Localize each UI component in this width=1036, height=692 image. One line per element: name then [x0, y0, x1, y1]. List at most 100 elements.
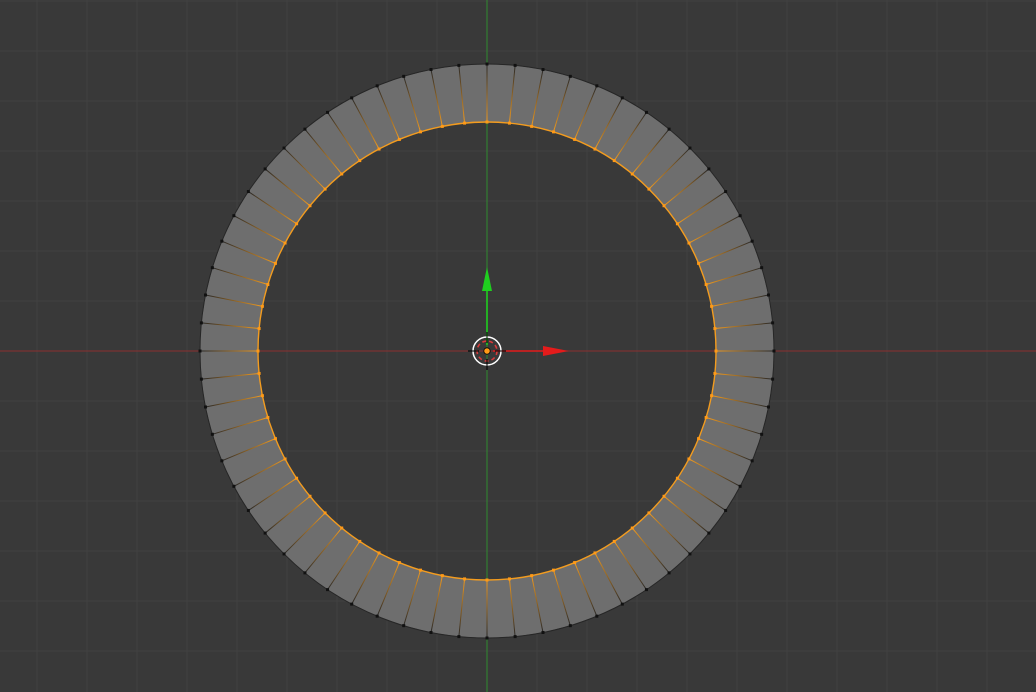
vertex[interactable] [485, 62, 489, 66]
vertex[interactable] [541, 630, 545, 634]
vertex[interactable] [429, 630, 433, 634]
vertex-selected[interactable] [647, 511, 651, 515]
vertex-selected[interactable] [273, 437, 277, 441]
vertex-selected[interactable] [463, 121, 467, 125]
vertex-selected[interactable] [713, 371, 717, 375]
vertex-selected[interactable] [440, 574, 444, 578]
vertex[interactable] [326, 588, 330, 592]
vertex[interactable] [303, 571, 307, 575]
vertex[interactable] [707, 167, 711, 171]
vertex-selected[interactable] [710, 304, 714, 308]
3d-viewport[interactable] [0, 0, 1036, 692]
vertex[interactable] [303, 127, 307, 131]
vertex-selected[interactable] [273, 261, 277, 265]
vertex-selected[interactable] [687, 457, 691, 461]
vertex-selected[interactable] [647, 187, 651, 191]
vertex-selected[interactable] [573, 137, 577, 141]
vertex-selected[interactable] [295, 222, 299, 226]
vertex-selected[interactable] [662, 494, 666, 498]
vertex-selected[interactable] [630, 526, 634, 530]
vertex[interactable] [707, 531, 711, 535]
vertex-selected[interactable] [530, 124, 534, 128]
vertex-selected[interactable] [283, 241, 287, 245]
vertex[interactable] [402, 624, 406, 628]
vertex[interactable] [199, 377, 203, 381]
vertex-selected[interactable] [687, 241, 691, 245]
vertex-selected[interactable] [704, 283, 708, 287]
vertex-selected[interactable] [397, 561, 401, 565]
vertex-selected[interactable] [419, 568, 423, 572]
vertex-selected[interactable] [530, 574, 534, 578]
vertex[interactable] [232, 484, 236, 488]
vertex[interactable] [568, 624, 572, 628]
vertex[interactable] [766, 405, 770, 409]
vertex-selected[interactable] [593, 551, 597, 555]
vertex-selected[interactable] [358, 539, 362, 543]
vertex[interactable] [667, 127, 671, 131]
vertex-selected[interactable] [551, 568, 555, 572]
vertex-selected[interactable] [257, 327, 261, 331]
vertex[interactable] [429, 68, 433, 72]
transform-gizmo[interactable] [482, 267, 569, 356]
vertex-selected[interactable] [612, 159, 616, 163]
vertex[interactable] [595, 84, 599, 88]
vertex-selected[interactable] [704, 415, 708, 419]
vertex-selected[interactable] [358, 159, 362, 163]
vertex-selected[interactable] [377, 551, 381, 555]
vertex-selected[interactable] [507, 577, 511, 581]
vertex-selected[interactable] [662, 204, 666, 208]
vertex[interactable] [620, 96, 624, 100]
vertex[interactable] [204, 405, 208, 409]
vertex[interactable] [246, 508, 250, 512]
vertex[interactable] [220, 239, 224, 243]
vertex[interactable] [282, 552, 286, 556]
vertex-selected[interactable] [340, 526, 344, 530]
vertex-selected[interactable] [419, 130, 423, 134]
vertex[interactable] [760, 266, 764, 270]
vertex[interactable] [282, 146, 286, 150]
vertex[interactable] [771, 377, 775, 381]
vertex-selected[interactable] [485, 120, 489, 124]
vertex[interactable] [375, 614, 379, 618]
vertex[interactable] [760, 432, 764, 436]
vertex[interactable] [210, 266, 214, 270]
vertex-selected[interactable] [675, 222, 679, 226]
vertex[interactable] [644, 588, 648, 592]
vertex[interactable] [457, 63, 461, 67]
vertex-selected[interactable] [485, 578, 489, 582]
vertex-selected[interactable] [612, 539, 616, 543]
vertex-selected[interactable] [295, 476, 299, 480]
vertex-selected[interactable] [507, 121, 511, 125]
vertex[interactable] [667, 571, 671, 575]
vertex-selected[interactable] [340, 172, 344, 176]
vertex[interactable] [750, 459, 754, 463]
x-arrow-icon[interactable] [543, 346, 569, 356]
vertex[interactable] [724, 508, 728, 512]
vertex-selected[interactable] [551, 130, 555, 134]
vertex-selected[interactable] [714, 349, 718, 353]
vertex-selected[interactable] [463, 577, 467, 581]
vertex[interactable] [263, 531, 267, 535]
vertex-selected[interactable] [308, 494, 312, 498]
vertex-selected[interactable] [323, 187, 327, 191]
vertex[interactable] [541, 68, 545, 72]
vertex-selected[interactable] [710, 394, 714, 398]
vertex[interactable] [402, 74, 406, 78]
vertex[interactable] [263, 167, 267, 171]
vertex-selected[interactable] [266, 283, 270, 287]
vertex[interactable] [220, 459, 224, 463]
viewport-canvas[interactable] [0, 0, 1036, 692]
vertex[interactable] [513, 63, 517, 67]
vertex-selected[interactable] [323, 511, 327, 515]
vertex[interactable] [771, 321, 775, 325]
vertex-selected[interactable] [266, 415, 270, 419]
vertex[interactable] [766, 293, 770, 297]
vertex[interactable] [750, 239, 754, 243]
vertex[interactable] [199, 321, 203, 325]
vertex[interactable] [738, 484, 742, 488]
vertex[interactable] [688, 146, 692, 150]
vertex[interactable] [513, 635, 517, 639]
vertex-selected[interactable] [260, 394, 264, 398]
vertex[interactable] [457, 635, 461, 639]
vertex-selected[interactable] [593, 147, 597, 151]
